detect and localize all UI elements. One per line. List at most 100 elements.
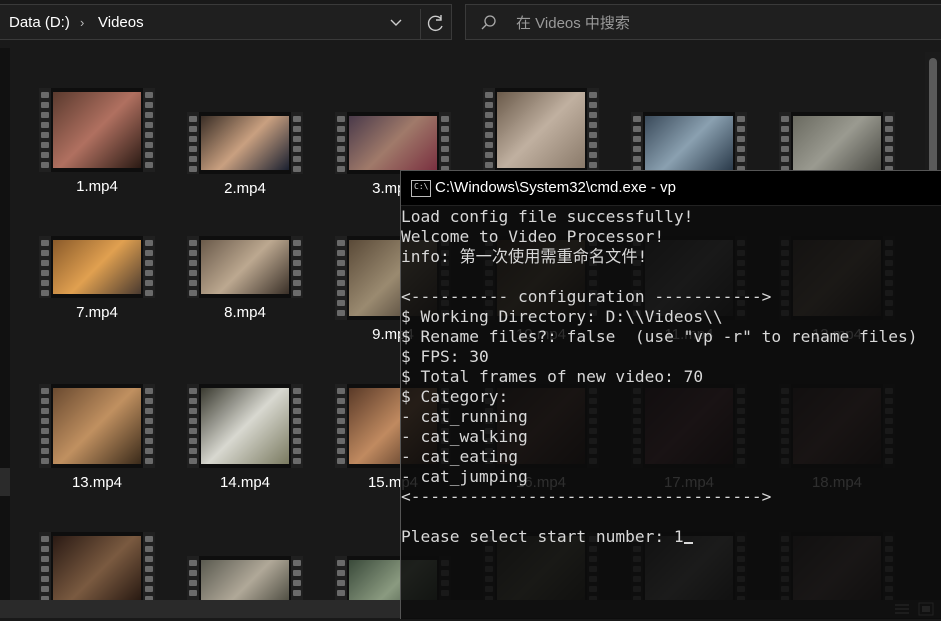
file-item[interactable]: 2.mp4 — [162, 52, 303, 197]
video-thumbnail — [39, 384, 155, 468]
video-frame — [53, 388, 141, 464]
film-strip-icon — [335, 384, 347, 468]
film-strip-icon — [143, 236, 155, 298]
breadcrumb-chevron-icon: › — [80, 15, 85, 30]
video-thumbnail — [335, 112, 451, 174]
address-bar[interactable]: Data (D:) › Videos — [0, 4, 452, 40]
video-frame — [645, 116, 733, 170]
film-strip-icon — [883, 112, 895, 174]
film-strip-icon — [631, 112, 643, 174]
address-dropdown-chevron-down-icon[interactable] — [386, 13, 406, 33]
film-strip-icon — [779, 112, 791, 174]
film-strip-icon — [335, 556, 347, 600]
file-item[interactable]: 8.mp4 — [162, 200, 303, 340]
film-strip-icon — [39, 384, 51, 468]
breadcrumb-drive[interactable]: Data (D:) — [9, 14, 70, 31]
film-strip-icon — [39, 236, 51, 298]
video-frame — [497, 92, 585, 168]
film-strip-icon — [187, 236, 199, 298]
video-thumbnail — [779, 112, 895, 174]
nav-pane-scroll-handle[interactable] — [0, 468, 10, 496]
file-item[interactable]: 1.mp4 — [14, 52, 155, 195]
film-strip-icon — [143, 532, 155, 600]
console-line: Load config file successfully! — [401, 207, 694, 226]
video-frame — [349, 116, 437, 170]
film-strip-icon — [335, 112, 347, 174]
console-line: $ Working Directory: D:\\Videos\\ — [401, 307, 723, 326]
video-frame — [53, 240, 141, 294]
file-name: 13.mp4 — [71, 474, 123, 491]
text-cursor — [683, 527, 693, 544]
scrollbar-thumb[interactable] — [929, 58, 937, 178]
console-line: - cat_running — [401, 407, 528, 426]
console-line: $ Total frames of new video: 70 — [401, 367, 704, 386]
video-thumbnail — [39, 88, 155, 172]
video-frame — [201, 388, 289, 464]
cmd-output[interactable]: Load config file successfully! Welcome to… — [401, 207, 941, 547]
video-frame — [201, 560, 289, 600]
console-line: $ Rename files?: false (use "vp -r" to r… — [401, 327, 918, 346]
film-strip-icon — [735, 112, 747, 174]
film-strip-icon — [335, 236, 347, 320]
film-strip-icon — [187, 112, 199, 174]
video-thumbnail — [39, 236, 155, 298]
console-line: $ Category: — [401, 387, 509, 406]
film-strip-icon — [143, 88, 155, 172]
file-item[interactable] — [14, 496, 155, 600]
console-line: - cat_jumping — [401, 467, 528, 486]
video-thumbnail — [187, 112, 303, 174]
file-item[interactable]: 13.mp4 — [14, 348, 155, 491]
film-strip-icon — [483, 88, 495, 172]
explorer-toolbar: Data (D:) › Videos — [0, 0, 941, 48]
console-line: info: 第一次使用需重命名文件! — [401, 247, 648, 266]
search-box[interactable] — [465, 4, 941, 40]
video-thumbnail — [187, 384, 303, 468]
file-item[interactable] — [162, 496, 303, 600]
video-thumbnail — [483, 88, 599, 172]
file-item[interactable]: 7.mp4 — [14, 200, 155, 340]
console-line: - cat_eating — [401, 447, 518, 466]
video-thumbnail — [631, 112, 747, 174]
film-strip-icon — [291, 384, 303, 468]
film-strip-icon — [291, 236, 303, 298]
cmd-titlebar[interactable]: C:\ C:\Windows\System32\cmd.exe - vp — [401, 171, 941, 206]
video-frame — [201, 240, 289, 294]
video-thumbnail — [187, 556, 303, 600]
console-line: <---------- configuration -----------> — [401, 287, 772, 306]
file-name: 1.mp4 — [76, 178, 118, 195]
video-frame — [53, 92, 141, 168]
console-line: <------------------------------------> — [401, 487, 772, 506]
video-frame — [53, 536, 141, 600]
file-name: 2.mp4 — [224, 180, 266, 197]
console-line: $ FPS: 30 — [401, 347, 489, 366]
search-input[interactable] — [514, 11, 918, 35]
video-thumbnail — [39, 532, 155, 600]
film-strip-icon — [291, 112, 303, 174]
navigation-pane-edge — [0, 48, 10, 600]
film-strip-icon — [439, 112, 451, 174]
console-line: - cat_walking — [401, 427, 528, 446]
film-strip-icon — [587, 88, 599, 172]
file-name: 14.mp4 — [219, 474, 271, 491]
video-frame — [793, 116, 881, 170]
file-item[interactable]: 14.mp4 — [162, 348, 303, 491]
film-strip-icon — [291, 556, 303, 600]
file-name: 8.mp4 — [224, 304, 266, 321]
cmd-app-icon: C:\ — [411, 180, 431, 197]
video-thumbnail — [187, 236, 303, 298]
film-strip-icon — [143, 384, 155, 468]
search-icon — [480, 14, 498, 32]
film-strip-icon — [187, 384, 199, 468]
film-strip-icon — [39, 532, 51, 600]
console-line: Please select start number: 1 — [401, 527, 941, 547]
console-line: Welcome to Video Processor! — [401, 227, 665, 246]
cmd-window[interactable]: C:\ C:\Windows\System32\cmd.exe - vp Loa… — [400, 170, 941, 619]
file-name: 7.mp4 — [76, 304, 118, 321]
film-strip-icon — [187, 556, 199, 600]
cmd-title: C:\Windows\System32\cmd.exe - vp — [435, 179, 676, 196]
refresh-icon[interactable] — [420, 9, 451, 39]
breadcrumb-folder[interactable]: Videos — [98, 14, 144, 31]
video-frame — [201, 116, 289, 170]
